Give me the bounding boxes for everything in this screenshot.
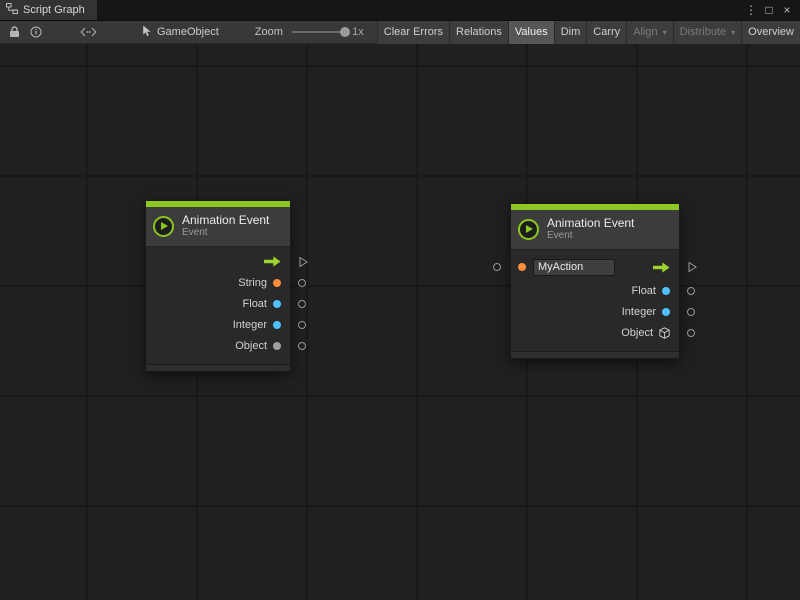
zoom-slider-knob[interactable] — [340, 27, 350, 37]
integer-type-dot — [273, 321, 281, 329]
port-row-float: Float — [146, 293, 290, 314]
distribute-label: Distribute — [680, 26, 726, 38]
lock-icon — [9, 26, 20, 38]
flow-output-port[interactable] — [688, 262, 697, 273]
window-controls: ⋮ □ × — [744, 0, 800, 20]
zoom-slider[interactable] — [292, 31, 347, 33]
info-button[interactable] — [25, 21, 47, 44]
values-button[interactable]: Values — [508, 21, 554, 44]
port-label: Object — [621, 327, 653, 339]
cube-icon — [659, 327, 670, 339]
flow-output-row — [146, 251, 290, 272]
object-output-port[interactable] — [687, 329, 695, 337]
action-name-row — [511, 254, 679, 280]
node-subtitle: Event — [182, 227, 269, 239]
node-title: Animation Event — [547, 216, 634, 230]
overview-button[interactable]: Overview — [741, 21, 800, 44]
port-label: Float — [632, 285, 656, 297]
integer-output-port[interactable] — [298, 321, 306, 329]
flow-arrow-icon — [653, 262, 670, 273]
event-play-icon — [518, 219, 539, 240]
node-header[interactable]: Animation Event Event — [146, 207, 290, 247]
edit-graph-button[interactable] — [75, 21, 102, 44]
node-footer — [511, 351, 679, 358]
port-label: Integer — [622, 306, 656, 318]
titlebar: Script Graph ⋮ □ × — [0, 0, 800, 21]
tab-script-graph[interactable]: Script Graph — [0, 0, 97, 20]
flow-arrow-icon — [264, 256, 281, 267]
maximize-icon[interactable]: □ — [762, 4, 776, 16]
string-type-dot — [273, 279, 281, 287]
script-graph-icon — [6, 3, 18, 17]
port-row-integer: Integer — [511, 301, 679, 322]
gameobject-selector[interactable]: GameObject — [142, 25, 219, 40]
clear-errors-button[interactable]: Clear Errors — [377, 21, 449, 44]
chevron-down-icon: ▾ — [663, 28, 667, 37]
align-label: Align — [633, 26, 657, 38]
relations-button[interactable]: Relations — [449, 21, 508, 44]
graph-canvas[interactable]: Animation Event Event String — [0, 44, 800, 600]
close-icon[interactable]: × — [780, 4, 794, 16]
node-animation-event-2[interactable]: Animation Event Event Float — [510, 203, 680, 359]
integer-output-port[interactable] — [687, 308, 695, 316]
node-subtitle: Event — [547, 230, 634, 242]
flow-output-port[interactable] — [299, 256, 308, 267]
string-type-dot — [518, 263, 526, 271]
dim-button[interactable]: Dim — [554, 21, 587, 44]
script-graph-window: Script Graph ⋮ □ × — [0, 0, 800, 600]
graph-toolbar: GameObject Zoom 1x Clear Errors Relation… — [0, 21, 800, 44]
float-type-dot — [273, 300, 281, 308]
float-type-dot — [662, 287, 670, 295]
chevron-down-icon: ▾ — [731, 28, 735, 37]
port-row-integer: Integer — [146, 314, 290, 335]
port-row-float: Float — [511, 280, 679, 301]
float-output-port[interactable] — [687, 287, 695, 295]
info-icon — [30, 26, 42, 38]
port-label: String — [238, 277, 267, 289]
node-animation-event-1[interactable]: Animation Event Event String — [145, 200, 291, 372]
gameobject-label: GameObject — [157, 26, 219, 38]
port-label: Float — [243, 298, 267, 310]
node-header[interactable]: Animation Event Event — [511, 210, 679, 250]
carry-button[interactable]: Carry — [586, 21, 626, 44]
event-play-icon — [153, 216, 174, 237]
port-row-object: Object — [511, 322, 679, 343]
port-row-string: String — [146, 272, 290, 293]
integer-type-dot — [662, 308, 670, 316]
string-output-port[interactable] — [298, 279, 306, 287]
lock-button[interactable] — [4, 21, 25, 44]
zoom-value: 1x — [352, 26, 364, 38]
port-label: Integer — [233, 319, 267, 331]
action-name-input-port[interactable] — [493, 263, 501, 271]
object-type-dot — [273, 342, 281, 350]
node-footer — [146, 364, 290, 371]
object-output-port[interactable] — [298, 342, 306, 350]
window-menu-icon[interactable]: ⋮ — [744, 4, 758, 16]
port-row-object: Object — [146, 335, 290, 356]
tab-label: Script Graph — [23, 4, 85, 16]
align-button[interactable]: Align ▾ — [626, 21, 672, 44]
float-output-port[interactable] — [298, 300, 306, 308]
zoom-label: Zoom — [255, 26, 283, 38]
action-name-field[interactable] — [533, 259, 615, 276]
angle-brackets-icon — [80, 27, 97, 37]
distribute-button[interactable]: Distribute ▾ — [673, 21, 741, 44]
node-title: Animation Event — [182, 213, 269, 227]
cursor-icon — [142, 25, 152, 40]
port-label: Object — [235, 340, 267, 352]
